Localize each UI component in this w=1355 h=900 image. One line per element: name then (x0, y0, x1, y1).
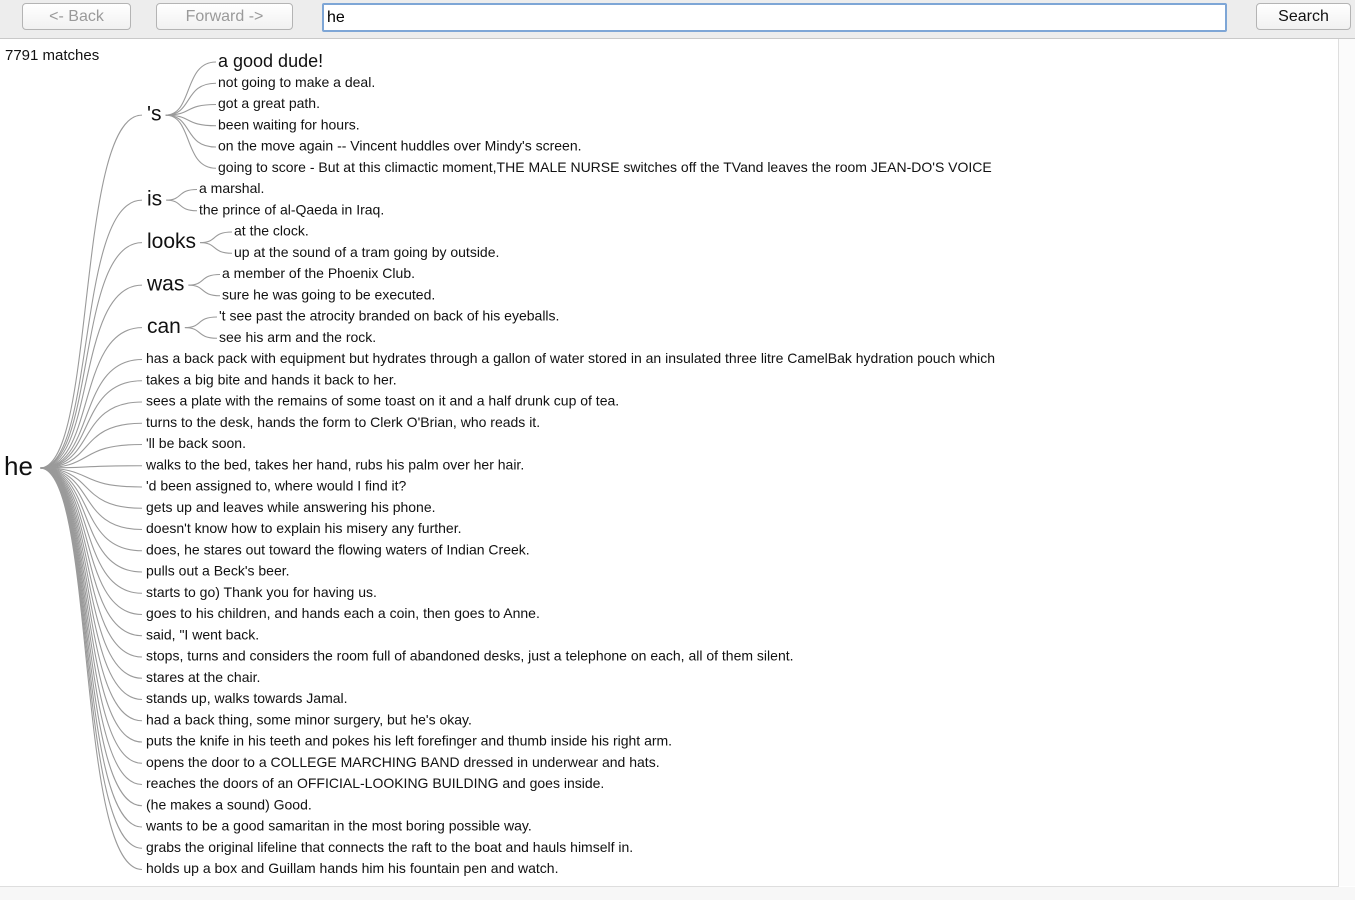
continuation-phrase[interactable]: pulls out a Beck's beer. (146, 563, 290, 579)
continuation-phrase[interactable]: 'd been assigned to, where would I find … (146, 478, 406, 494)
continuation-phrase[interactable]: does, he stares out toward the flowing w… (146, 541, 530, 557)
continuation-phrase[interactable]: gets up and leaves while answering his p… (146, 499, 436, 515)
leaf-connector (200, 231, 233, 244)
leaf-connector (188, 273, 221, 286)
leaf-connector (188, 284, 221, 297)
continuation-phrase[interactable]: sees a plate with the remains of some to… (146, 393, 619, 409)
leaf-connector (184, 316, 218, 329)
continuation-connector (39, 467, 143, 786)
leaf-connector (166, 199, 198, 212)
continuation-phrase[interactable]: stands up, walks towards Jamal. (146, 690, 348, 706)
leaf-phrase[interactable]: a member of the Phoenix Club. (222, 265, 415, 281)
continuation-phrase[interactable]: stares at the chair. (146, 669, 260, 685)
continuation-phrase[interactable]: wants to be a good samaritan in the most… (145, 818, 532, 834)
continuation-phrase[interactable]: takes a big bite and hands it back to he… (146, 371, 397, 387)
leaf-phrase[interactable]: a good dude! (218, 51, 323, 71)
branch-word-2[interactable]: looks (147, 230, 196, 253)
continuation-phrase[interactable]: goes to his children, and hands each a c… (146, 605, 540, 621)
leaf-phrase[interactable]: see his arm and the rock. (219, 329, 376, 345)
branch-connector (39, 114, 143, 469)
continuation-phrase[interactable]: walks to the bed, takes her hand, rubs h… (145, 456, 524, 472)
leaf-connector (165, 82, 217, 116)
leaf-phrase[interactable]: 't see past the atrocity branded on back… (219, 308, 559, 324)
continuation-connector (39, 358, 143, 469)
continuation-phrase[interactable]: reaches the doors of an OFFICIAL-LOOKING… (146, 775, 604, 791)
continuation-phrase[interactable]: puts the knife in his teeth and pokes hi… (146, 733, 672, 749)
continuation-phrase[interactable]: doesn't know how to explain his misery a… (146, 520, 462, 536)
leaf-phrase[interactable]: up at the sound of a tram going by outsi… (234, 244, 499, 260)
branch-connector (39, 327, 143, 469)
continuation-phrase[interactable]: grabs the original lifeline that connect… (146, 839, 633, 855)
leaf-connector (165, 114, 217, 169)
leaf-phrase[interactable]: sure he was going to be executed. (222, 286, 435, 302)
branch-connector (39, 242, 143, 469)
branch-word-1[interactable]: is (147, 188, 162, 211)
branch-word-4[interactable]: can (147, 315, 181, 338)
continuation-phrase[interactable]: opens the door to a COLLEGE MARCHING BAN… (146, 754, 660, 770)
leaf-connector (166, 188, 198, 201)
leaf-connector (200, 242, 233, 254)
continuation-phrase[interactable]: had a back thing, some minor surgery, bu… (146, 711, 472, 727)
continuation-phrase[interactable]: (he makes a sound) Good. (146, 796, 312, 812)
continuation-connector (39, 401, 143, 469)
continuation-phrase[interactable]: starts to go) Thank you for having us. (146, 584, 377, 600)
continuation-connector (39, 467, 143, 807)
leaf-connector (184, 327, 218, 339)
continuation-phrase[interactable]: stops, turns and considers the room full… (146, 648, 794, 664)
leaf-connector (165, 61, 217, 116)
continuation-phrase[interactable]: 'll be back soon. (146, 435, 246, 451)
continuation-phrase[interactable]: holds up a box and Guillam hands him his… (146, 860, 559, 876)
continuation-connector (39, 467, 143, 637)
continuation-phrase[interactable]: has a back pack with equipment but hydra… (146, 350, 995, 366)
leaf-phrase[interactable]: the prince of al-Qaeda in Iraq. (199, 201, 384, 217)
branch-word-0[interactable]: 's (147, 103, 162, 126)
leaf-phrase[interactable]: a marshal. (199, 180, 264, 196)
word-tree: he 's a good dude! not going to make a deal… (4, 51, 995, 876)
tree-root-word[interactable]: he (4, 451, 33, 481)
branch-word-3[interactable]: was (146, 273, 184, 296)
leaf-phrase[interactable]: on the move again -- Vincent huddles ove… (218, 138, 582, 154)
continuation-phrase[interactable]: turns to the desk, hands the form to Cle… (146, 414, 540, 430)
continuation-connector (39, 467, 143, 679)
leaf-phrase[interactable]: not going to make a deal. (218, 74, 375, 90)
leaf-phrase[interactable]: at the clock. (234, 223, 309, 239)
leaf-connector (165, 114, 217, 148)
continuation-phrase[interactable]: said, "I went back. (146, 626, 259, 642)
leaf-phrase[interactable]: going to score - But at this climactic m… (218, 159, 992, 175)
continuation-connector (39, 467, 143, 828)
leaf-phrase[interactable]: been waiting for hours. (218, 116, 360, 132)
leaf-phrase[interactable]: got a great path. (218, 95, 320, 111)
